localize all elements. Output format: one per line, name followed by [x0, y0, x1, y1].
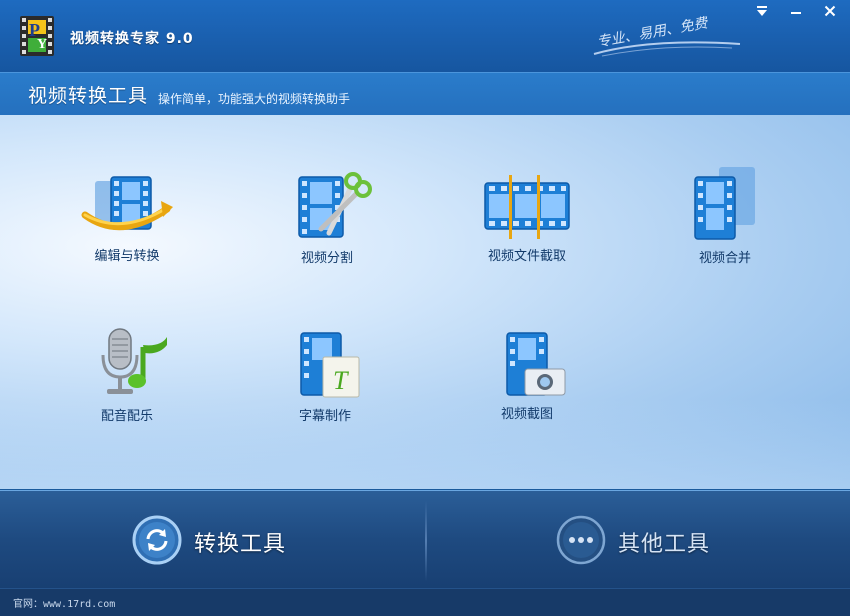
- other-tools-label: 其他工具: [618, 532, 711, 557]
- tool-dubbing-label: 配音配乐: [100, 409, 153, 424]
- app-window: P Y 视频转换专家 9.0 专业、易用、免费 视频转换工具 操作简单，功能强大…: [0, 0, 850, 616]
- website-link[interactable]: 官网：www.17rd.com: [13, 595, 115, 610]
- film-merge-icon: [694, 167, 755, 240]
- other-tools-tab[interactable]: 其他工具: [556, 513, 736, 569]
- microphone-music-icon: [101, 328, 167, 394]
- tool-clip-label: 视频文件截取: [487, 249, 566, 264]
- section-title: 视频转换工具: [28, 85, 149, 107]
- tab-divider: [425, 501, 427, 581]
- menu-icon: [757, 6, 767, 16]
- tool-subtitle-label: 字幕制作: [298, 409, 351, 424]
- minimize-icon: [791, 12, 801, 14]
- slogan-swoosh-icon: [593, 41, 741, 57]
- film-camera-icon: [506, 332, 566, 396]
- title-bar: P Y 视频转换专家 9.0 专业、易用、免费: [0, 0, 850, 72]
- tool-edit-convert-label: 编辑与转换: [94, 249, 160, 264]
- tool-screenshot[interactable]: 视频截图: [452, 329, 602, 422]
- tool-merge[interactable]: 视频合并: [650, 165, 800, 266]
- film-subtitle-icon: T: [300, 332, 360, 398]
- convert-tools-tab[interactable]: 转换工具: [132, 513, 312, 569]
- tool-split-label: 视频分割: [300, 251, 353, 266]
- svg-text:Y: Y: [37, 37, 47, 52]
- bottom-tab-bar: 转换工具 其他工具: [0, 490, 850, 589]
- status-bar: 官网：www.17rd.com: [0, 588, 850, 616]
- tools-panel: 编辑与转换 视频分割 视频文件截取 视频合并 配音配乐 T 字幕制作 视频截图: [0, 115, 850, 489]
- menu-button[interactable]: [750, 2, 774, 20]
- film-scissors-icon: [298, 172, 372, 238]
- app-logo-icon: P Y: [20, 16, 54, 56]
- more-dots-icon: [556, 515, 606, 565]
- close-icon: [824, 5, 836, 17]
- section-header: 视频转换工具 操作简单，功能强大的视频转换助手: [0, 72, 850, 116]
- svg-text:T: T: [333, 366, 349, 395]
- tool-dubbing[interactable]: 配音配乐: [52, 327, 202, 424]
- film-clip-icon: [484, 175, 570, 239]
- section-description: 操作简单，功能强大的视频转换助手: [158, 92, 351, 106]
- tool-clip[interactable]: 视频文件截取: [452, 173, 602, 264]
- refresh-icon: [132, 515, 182, 565]
- app-title: 视频转换专家 9.0: [70, 31, 194, 47]
- tool-edit-convert[interactable]: 编辑与转换: [52, 175, 202, 264]
- film-convert-icon: [81, 176, 173, 231]
- convert-tools-label: 转换工具: [194, 532, 287, 557]
- tool-merge-label: 视频合并: [698, 251, 751, 266]
- tool-subtitle[interactable]: T 字幕制作: [250, 329, 400, 424]
- close-button[interactable]: [818, 2, 842, 20]
- tool-screenshot-label: 视频截图: [500, 407, 553, 422]
- tool-split[interactable]: 视频分割: [252, 167, 402, 266]
- minimize-button[interactable]: [784, 2, 808, 20]
